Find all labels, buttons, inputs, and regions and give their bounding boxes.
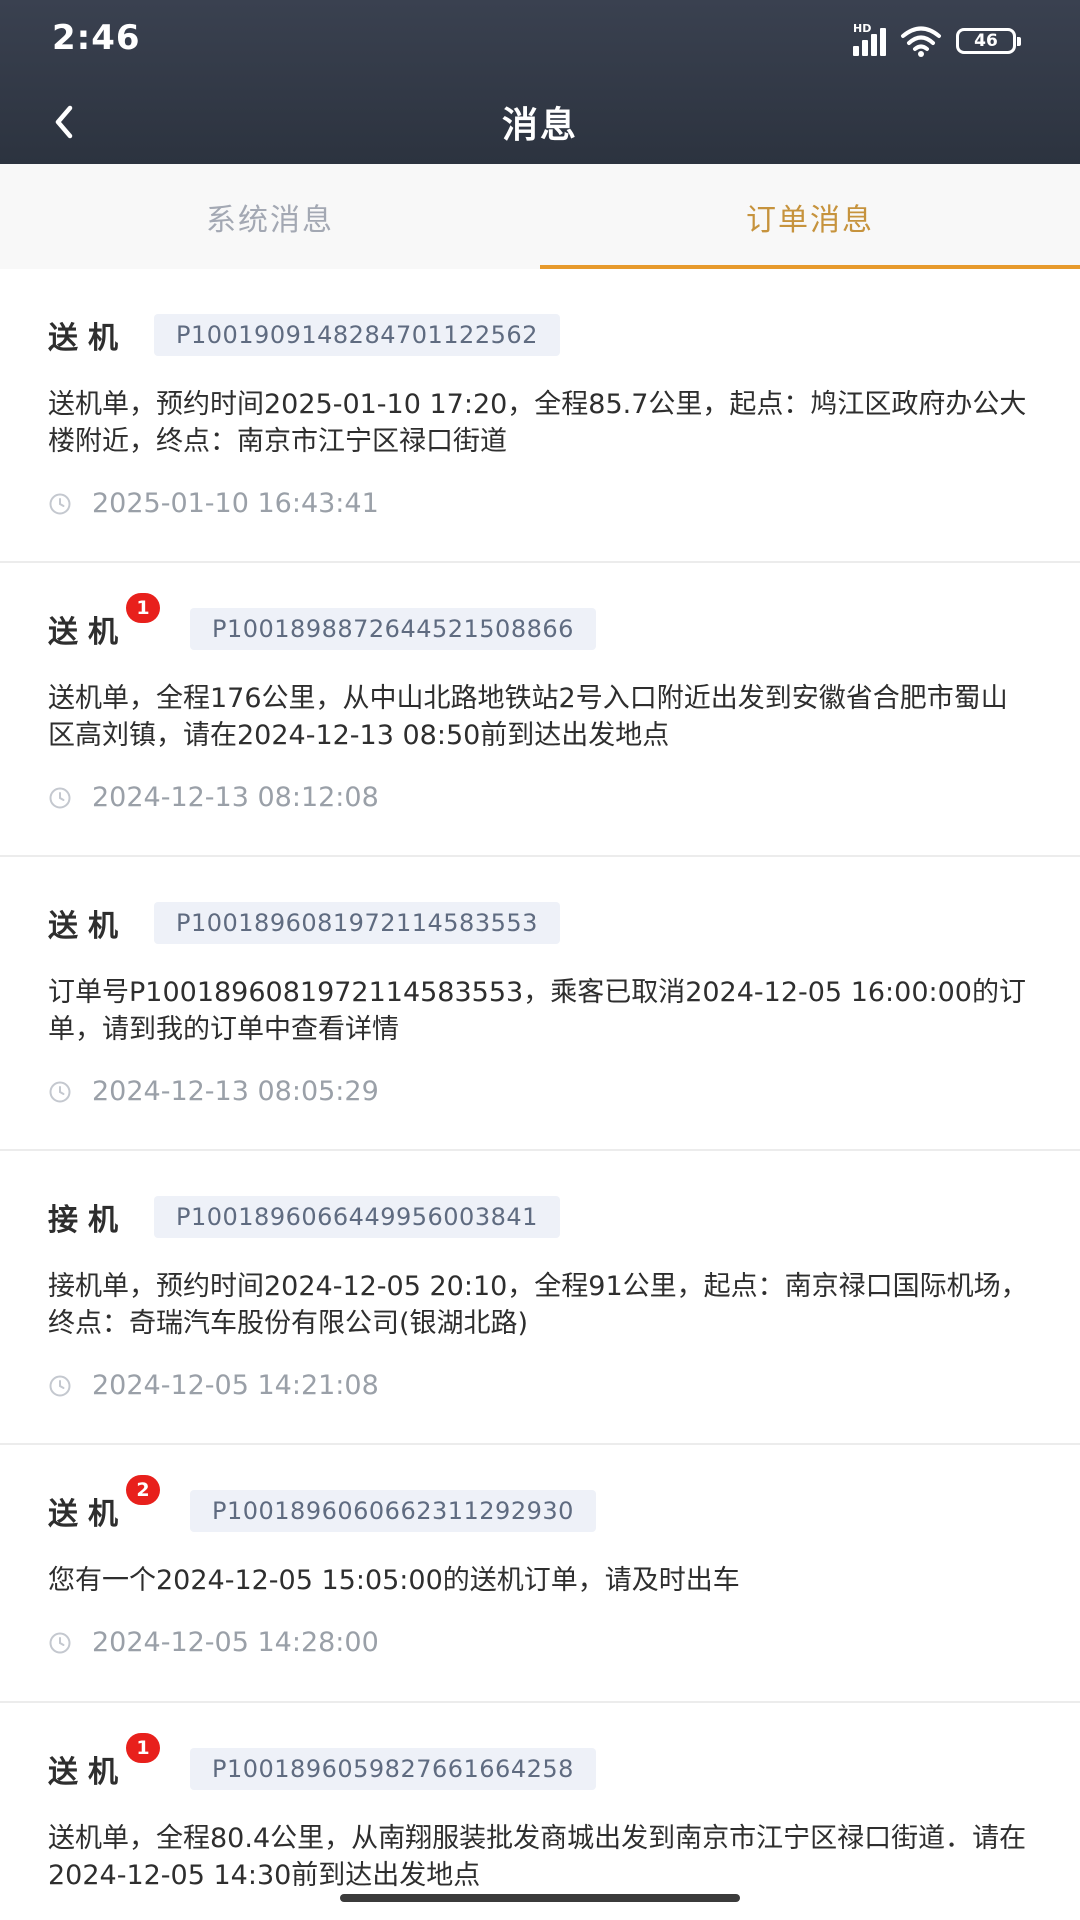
status-time: 2:46	[52, 18, 141, 58]
order-type: 送机 2	[48, 1475, 160, 1533]
timestamp: 2025-01-10 16:43:41	[92, 488, 379, 519]
message-list: 送机 P1001909148284701122562 送机单，预约时间2025-…	[0, 269, 1080, 1903]
order-number-tag: P1001896066449956003841	[154, 1196, 560, 1238]
message-time: 2024-12-13 08:05:29	[48, 1076, 1032, 1107]
order-type: 接机	[48, 1203, 128, 1238]
battery-level: 46	[974, 31, 998, 51]
timestamp: 2024-12-05 14:21:08	[92, 1370, 379, 1401]
message-time: 2024-12-05 14:21:08	[48, 1370, 1032, 1401]
timestamp: 2024-12-13 08:12:08	[92, 782, 379, 813]
tab-order-messages[interactable]: 订单消息	[540, 164, 1080, 269]
timestamp: 2024-12-13 08:05:29	[92, 1076, 379, 1107]
home-indicator[interactable]	[340, 1894, 740, 1902]
unread-badge: 1	[126, 1733, 160, 1763]
unread-badge: 1	[126, 593, 160, 623]
status-icons: HD 46	[853, 22, 1021, 58]
network-label: HD	[853, 22, 872, 35]
order-type: 送机 1	[48, 1733, 160, 1791]
clock-icon	[49, 1081, 71, 1102]
message-content: 订单号P1001896081972114583553，乘客已取消2024-12-…	[48, 977, 1026, 1045]
order-number-tag: P1001896059827661664258	[190, 1748, 596, 1790]
wifi-icon	[901, 26, 941, 57]
message-time: 2024-12-13 08:12:08	[48, 782, 1032, 813]
tab-bar: 系统消息 订单消息	[0, 164, 1080, 269]
message-item[interactable]: 送机 P1001909148284701122562 送机单，预约时间2025-…	[0, 269, 1080, 563]
header: 2:46 HD 46 消息	[0, 0, 1080, 164]
message-content: 接机单，预约时间2024-12-05 20:10，全程91公里，起点：南京禄口国…	[48, 1271, 1028, 1339]
message-item[interactable]: 送机 2 P1001896060662311292930 您有一个2024-12…	[0, 1445, 1080, 1703]
clock-icon	[49, 1375, 71, 1396]
clock-icon	[49, 787, 71, 808]
message-item[interactable]: 送机 1 P1001896059827661664258 送机单，全程80.4公…	[0, 1703, 1080, 1903]
message-item[interactable]: 送机 P1001896081972114583553 订单号P100189608…	[0, 857, 1080, 1151]
page-title: 消息	[501, 105, 578, 146]
order-type: 送机	[48, 909, 128, 944]
clock-icon	[49, 493, 71, 514]
order-type: 送机 1	[48, 593, 160, 651]
tab-system-messages[interactable]: 系统消息	[0, 164, 540, 269]
timestamp: 2024-12-05 14:28:00	[92, 1627, 379, 1658]
message-content: 送机单，全程176公里，从中山北路地铁站2号入口附近出发到安徽省合肥市蜀山区高刘…	[48, 683, 1008, 751]
message-content: 送机单，预约时间2025-01-10 17:20，全程85.7公里，起点：鸠江区…	[48, 389, 1027, 457]
clock-icon	[49, 1632, 71, 1653]
message-time: 2024-12-05 14:28:00	[48, 1627, 1032, 1658]
message-content: 送机单，全程80.4公里，从南翔服装批发商城出发到南京市江宁区禄口街道．请在20…	[48, 1823, 1027, 1891]
message-content: 您有一个2024-12-05 15:05:00的送机订单，请及时出车	[48, 1565, 740, 1596]
message-time: 2025-01-10 16:43:41	[48, 488, 1032, 519]
status-bar: 2:46 HD 46	[0, 0, 1080, 80]
message-item[interactable]: 接机 P1001896066449956003841 接机单，预约时间2024-…	[0, 1151, 1080, 1445]
unread-badge: 2	[126, 1475, 160, 1505]
order-number-tag: P1001909148284701122562	[154, 314, 560, 356]
order-number-tag: P1001898872644521508866	[190, 608, 596, 650]
message-item[interactable]: 送机 1 P1001898872644521508866 送机单，全程176公里…	[0, 563, 1080, 857]
order-number-tag: P1001896081972114583553	[154, 902, 560, 944]
order-number-tag: P1001896060662311292930	[190, 1490, 596, 1532]
nav-bar: 消息	[0, 80, 1080, 164]
battery-icon: 46	[956, 28, 1021, 54]
order-type: 送机	[48, 321, 128, 356]
signal-icon: HD	[853, 22, 886, 56]
